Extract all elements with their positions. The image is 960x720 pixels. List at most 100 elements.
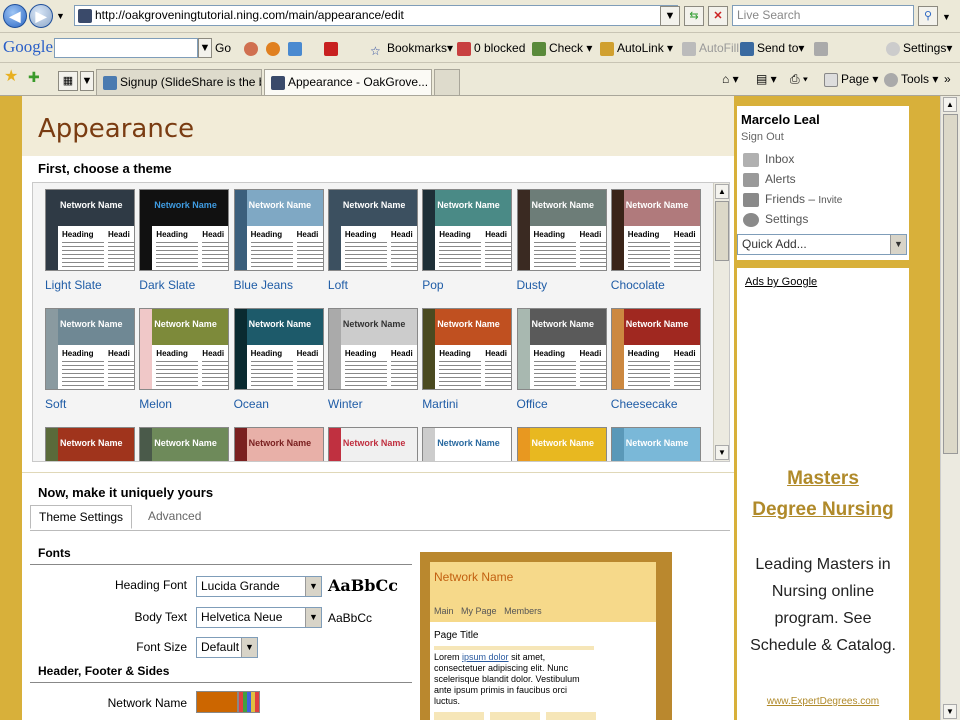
google-search-input[interactable] bbox=[54, 38, 198, 58]
home-icon[interactable]: ⌂ ▾ bbox=[722, 70, 739, 88]
network-name-color-swatch[interactable] bbox=[196, 691, 238, 713]
blocked-icon bbox=[457, 41, 471, 56]
tab-list-dropdown[interactable]: ▼ bbox=[80, 71, 94, 91]
color-picker-icon[interactable] bbox=[238, 691, 260, 713]
history-dropdown[interactable]: ▼ bbox=[56, 7, 65, 25]
heading-font-select[interactable]: Lucida Grande ▼ bbox=[196, 576, 322, 597]
quick-add-value: Quick Add... bbox=[742, 237, 807, 251]
popup-icon[interactable] bbox=[266, 42, 280, 56]
search-icon[interactable]: ⚲ bbox=[918, 6, 938, 26]
theme-option[interactable]: Network Name Heading Headi Dark Slate bbox=[139, 189, 230, 292]
settings-link[interactable]: Settings bbox=[765, 212, 808, 226]
scroll-down-icon[interactable]: ▼ bbox=[715, 445, 729, 460]
font-size-select[interactable]: Default ▼ bbox=[196, 637, 258, 658]
favorites-star-icon[interactable]: ★ bbox=[4, 68, 18, 86]
theme-option[interactable]: Network Name Heading Headi Pop bbox=[422, 189, 513, 292]
theme-option[interactable]: Network Name Heading Headi Melon bbox=[139, 308, 230, 411]
share-icon[interactable] bbox=[288, 42, 302, 56]
address-field[interactable]: http://oakgroveningtutorial.ning.com/mai… bbox=[74, 5, 678, 26]
page-scrollbar[interactable]: ▲ ▼ bbox=[940, 96, 960, 720]
theme-option[interactable]: Network NameHeadingHeadi bbox=[422, 427, 513, 461]
bookmarks-menu[interactable]: ☆ Bookmarks▾ bbox=[370, 39, 453, 58]
back-button[interactable]: ◀ bbox=[3, 4, 27, 28]
theme-option[interactable]: Network Name Heading Headi Dusty bbox=[516, 189, 607, 292]
page-scroll-thumb[interactable] bbox=[943, 114, 958, 454]
quick-tabs-icon[interactable]: ▦ bbox=[58, 71, 78, 91]
alerts-link[interactable]: Alerts bbox=[765, 172, 796, 186]
invite-link[interactable]: Invite bbox=[818, 195, 842, 206]
close-tab-icon[interactable]: ✕ bbox=[431, 75, 432, 89]
popup-blocker[interactable]: 0 blocked bbox=[457, 39, 525, 57]
feeds-icon[interactable]: ▤ ▾ bbox=[756, 70, 777, 88]
autolink-button[interactable]: AutoLink ▾ bbox=[600, 39, 673, 57]
stop-icon[interactable]: ✕ bbox=[708, 6, 728, 26]
wand-icon bbox=[600, 41, 614, 56]
page-menu[interactable]: Page ▾ bbox=[824, 70, 878, 88]
sign-out-link[interactable]: Sign Out bbox=[741, 131, 784, 143]
tab-advanced[interactable]: Advanced bbox=[148, 509, 201, 523]
quick-add-select[interactable]: Quick Add... ▼ bbox=[737, 234, 907, 255]
autofill-button[interactable]: AutoFill bbox=[682, 39, 739, 57]
user-name[interactable]: Marcelo Leal bbox=[741, 112, 820, 127]
theme-option[interactable]: Network NameHeadingHeadi bbox=[45, 427, 135, 461]
theme-option[interactable]: Network Name Heading Headi Loft bbox=[327, 189, 418, 292]
new-tab-button[interactable] bbox=[434, 69, 460, 95]
theme-option[interactable]: Network Name Heading Headi Blue Jeans bbox=[233, 189, 324, 292]
theme-option[interactable]: Network NameHeadingHeadi bbox=[610, 427, 701, 461]
google-settings-button[interactable]: Settings▾ bbox=[886, 39, 952, 57]
theme-option[interactable]: Network Name Heading Headi Chocolate bbox=[610, 189, 701, 292]
pencil-icon[interactable] bbox=[814, 42, 828, 56]
theme-option[interactable]: Network Name Heading Headi Office bbox=[516, 308, 607, 411]
theme-option[interactable]: Network NameHeadingHeadi bbox=[327, 427, 418, 461]
search-input[interactable]: Live Search bbox=[732, 5, 914, 26]
google-go-button[interactable]: Go bbox=[215, 39, 231, 57]
thumb-text bbox=[579, 242, 606, 268]
theme-option[interactable]: Network NameHeadingHeadi bbox=[233, 427, 324, 461]
theme-option[interactable]: Network Name Heading Headi Winter bbox=[327, 308, 418, 411]
scroll-thumb[interactable] bbox=[715, 201, 729, 261]
theme-option[interactable]: Network NameHeadingHeadi bbox=[516, 427, 607, 461]
ad-url-link[interactable]: www.ExpertDegrees.com bbox=[737, 696, 909, 707]
page-scroll-up-icon[interactable]: ▲ bbox=[943, 97, 957, 112]
google-search-dropdown[interactable]: ▼ bbox=[198, 38, 212, 58]
refresh-icon[interactable]: ⇆ bbox=[684, 6, 704, 26]
theme-scrollbar[interactable]: ▲ ▼ bbox=[713, 183, 729, 461]
pagerank-icon[interactable] bbox=[244, 42, 258, 56]
theme-option[interactable]: Network Name Heading Headi Cheesecake bbox=[610, 308, 701, 411]
thumb-side bbox=[517, 190, 530, 270]
thumb-side bbox=[234, 190, 247, 270]
more-tools-chevron-icon[interactable]: » bbox=[944, 70, 951, 88]
thumb-network-name: Network Name bbox=[531, 319, 595, 329]
add-favorite-icon[interactable]: ✚ bbox=[28, 68, 40, 86]
spellcheck-button[interactable]: Check ▾ bbox=[532, 39, 592, 57]
ad-title-line-2[interactable]: Degree Nursing bbox=[737, 499, 909, 521]
thumb-side bbox=[611, 428, 624, 461]
theme-option[interactable]: Network Name Heading Headi Light Slate bbox=[45, 189, 135, 292]
theme-thumbnail: Network NameHeadingHeadi bbox=[610, 427, 701, 461]
friends-link[interactable]: Friends – Invite bbox=[765, 192, 842, 206]
scroll-up-icon[interactable]: ▲ bbox=[715, 184, 729, 199]
thumb-network-name: Network Name bbox=[60, 200, 123, 210]
thumb-text bbox=[485, 361, 512, 387]
ad-title-line-1[interactable]: Masters bbox=[737, 468, 909, 490]
theme-option[interactable]: Network Name Heading Headi Martini bbox=[422, 308, 513, 411]
chevron-down-icon: ▼ bbox=[241, 638, 257, 657]
sendto-button[interactable]: Send to▾ bbox=[740, 39, 804, 57]
page-scroll-down-icon[interactable]: ▼ bbox=[943, 704, 957, 719]
theme-option[interactable]: Network Name Heading Headi Ocean bbox=[233, 308, 324, 411]
address-dropdown[interactable]: ▼ bbox=[660, 6, 680, 26]
gmail-icon[interactable] bbox=[324, 42, 338, 56]
tools-menu[interactable]: Tools ▾ bbox=[884, 70, 938, 88]
print-icon[interactable]: ⎙ ▾ bbox=[790, 70, 808, 88]
tab-appearance[interactable]: Appearance - OakGrove... ✕ bbox=[264, 69, 432, 95]
theme-option[interactable]: Network Name Heading Headi Soft bbox=[45, 308, 135, 411]
theme-option[interactable]: Network NameHeadingHeadi bbox=[139, 427, 230, 461]
inbox-link[interactable]: Inbox bbox=[765, 152, 794, 166]
forward-button[interactable]: ▶ bbox=[29, 4, 53, 28]
tab-signup[interactable]: Signup (SlideShare is the bes... bbox=[96, 69, 262, 95]
body-text-select[interactable]: Helvetica Neue ▼ bbox=[196, 607, 322, 628]
theme-thumbnail: Network NameHeadingHeadi bbox=[233, 427, 324, 461]
ads-by-google-link[interactable]: Ads by Google bbox=[745, 276, 817, 288]
tab-theme-settings[interactable]: Theme Settings bbox=[30, 505, 133, 529]
search-options-dropdown[interactable]: ▼ bbox=[942, 8, 951, 26]
